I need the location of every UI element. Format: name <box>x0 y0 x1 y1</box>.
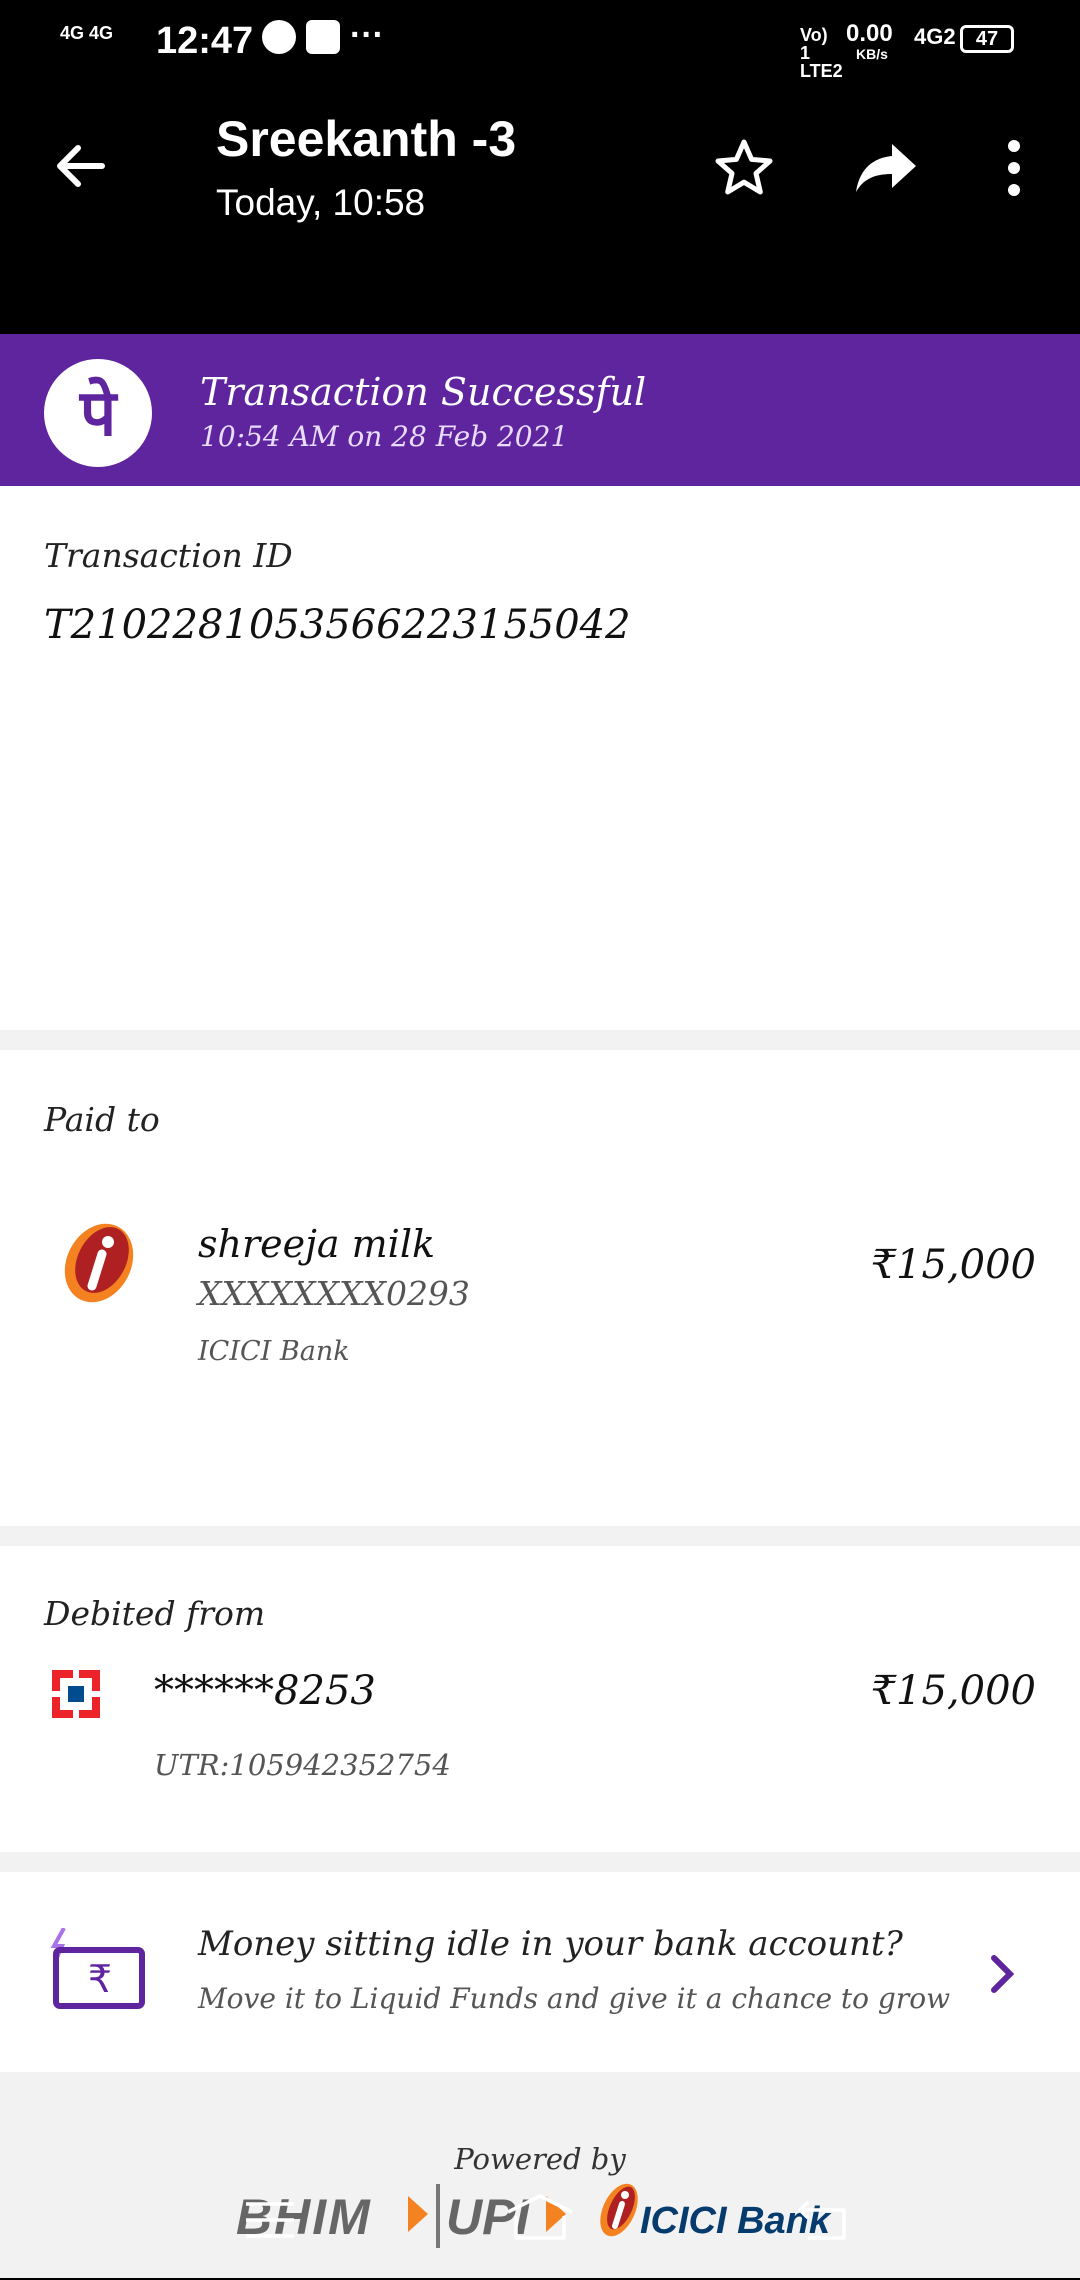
transaction-status-banner: पे Transaction Successful 10:54 AM on 28… <box>0 334 1080 486</box>
payee-name: shreeja milk <box>198 1222 435 1266</box>
page-subtitle: Today, 10:58 <box>216 182 426 223</box>
transaction-status: Transaction Successful <box>200 370 647 414</box>
divider <box>0 1852 1080 1872</box>
status-time: 12:47 <box>156 20 254 62</box>
hdfc-bank-icon <box>52 1670 100 1718</box>
utr-number: UTR:105942352754 <box>154 1748 451 1782</box>
kebab-menu-icon <box>1008 140 1020 196</box>
transaction-id-label: Transaction ID <box>44 536 293 575</box>
debited-from-label: Debited from <box>44 1594 266 1633</box>
network-type: 4G2 <box>914 24 956 49</box>
svg-text:₹: ₹ <box>88 1957 112 2001</box>
signal-indicators: 4G 4G <box>60 23 114 43</box>
forward-arrow-icon <box>856 144 916 192</box>
debited-from-card: Debited from ******8253 UTR:105942352754… <box>0 1546 1080 1852</box>
rupee-wallet-icon: ₹ <box>50 1927 150 2012</box>
paid-to-label: Paid to <box>44 1100 160 1139</box>
status-bar: 4G 4G 12:47 ··· Vo) 1 LTE2 0.00 KB/s 4G2… <box>0 0 1080 80</box>
volte-indicator: Vo) 1 LTE2 <box>800 25 843 81</box>
chevron-right-icon <box>984 1952 1020 1996</box>
promo-subtitle: Move it to Liquid Funds and give it a ch… <box>198 1982 951 2015</box>
page-title: Sreekanth -3 <box>216 111 517 167</box>
back-nav-button[interactable] <box>796 2198 848 2242</box>
transaction-datetime: 10:54 AM on 28 Feb 2021 <box>200 420 569 453</box>
menu-icon <box>246 2202 294 2238</box>
system-navigation-bar <box>0 2160 1080 2280</box>
divider <box>0 1526 1080 1546</box>
more-notifications-icon: ··· <box>350 16 384 54</box>
menu-button[interactable] <box>244 2200 296 2240</box>
payee-bank: ICICI Bank <box>198 1336 350 1367</box>
network-speed-unit: KB/s <box>856 46 888 62</box>
share-button[interactable] <box>852 136 920 200</box>
debited-amount: ₹15,000 <box>870 1668 1036 1714</box>
speedometer-icon <box>262 20 296 54</box>
payee-account: XXXXXXXX0293 <box>198 1274 470 1313</box>
arrow-left-icon <box>57 145 105 187</box>
divider <box>0 1030 1080 1050</box>
transaction-receipt-image: पे Transaction Successful 10:54 AM on 28… <box>0 334 1080 2278</box>
network-speed: 0.00 <box>846 20 893 47</box>
return-icon <box>798 2200 846 2240</box>
liquid-funds-promo[interactable]: ₹ Money sitting idle in your bank accoun… <box>0 1872 1080 2072</box>
transaction-id-value: T2102281053566223155042 <box>44 602 631 648</box>
more-options-button[interactable] <box>996 136 1032 200</box>
icici-logo-icon <box>56 1220 142 1306</box>
star-icon <box>715 139 773 195</box>
app-bar: Sreekanth -3 Today, 10:58 <box>0 80 1080 334</box>
facebook-icon <box>306 20 340 54</box>
debited-account: ******8253 <box>154 1668 376 1714</box>
paid-to-card: Paid to shreeja milk XXXXXXXX0293 ICICI … <box>0 1050 1080 1526</box>
back-button[interactable] <box>50 136 110 196</box>
paid-amount: ₹15,000 <box>870 1242 1036 1288</box>
promo-title: Money sitting idle in your bank account? <box>198 1924 903 1964</box>
phonepe-logo: पे <box>44 359 152 467</box>
home-button[interactable] <box>504 2192 576 2242</box>
home-icon <box>507 2194 573 2240</box>
battery-indicator: 47 <box>960 25 1014 53</box>
star-button[interactable] <box>712 136 776 200</box>
transaction-id-card: Transaction ID T2102281053566223155042 <box>0 486 1080 1030</box>
